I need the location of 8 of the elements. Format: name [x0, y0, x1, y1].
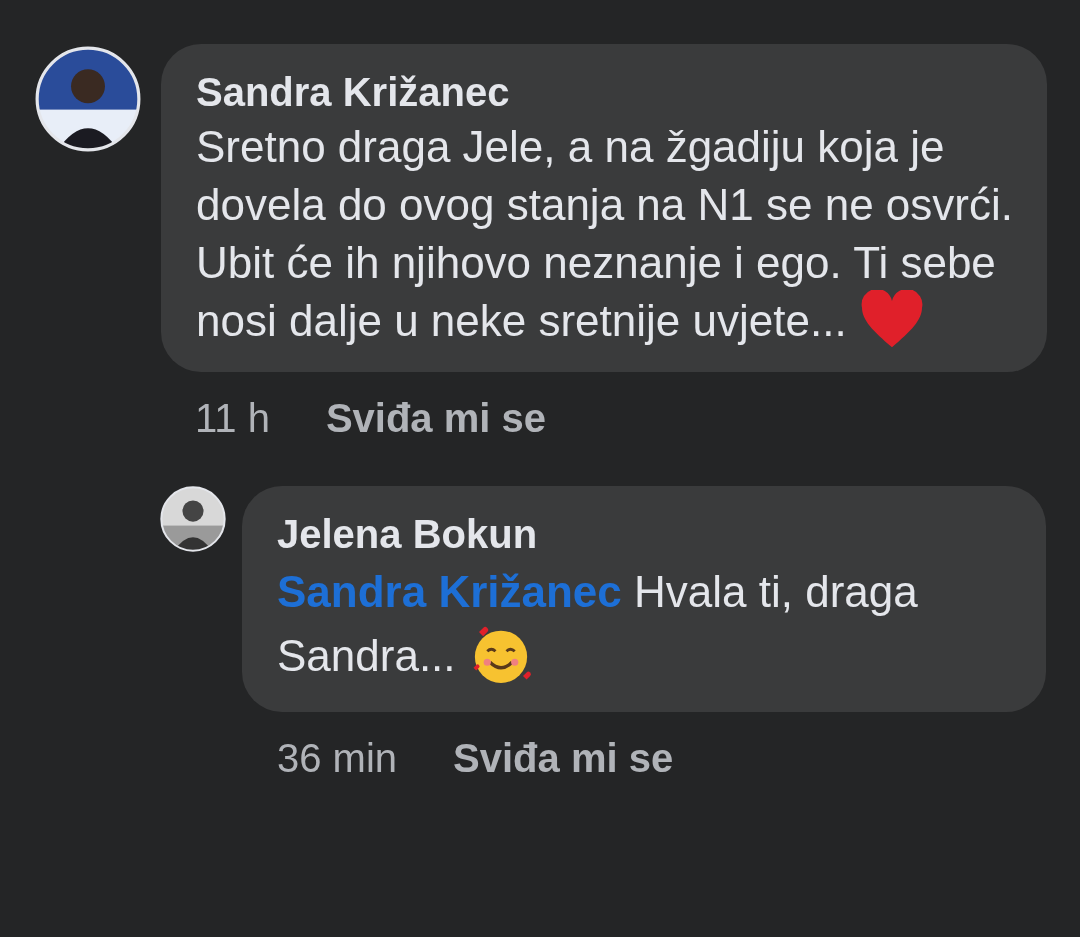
like-link[interactable]: Sviđa mi se [453, 730, 674, 787]
like-link[interactable]: Sviđa mi se [325, 390, 546, 447]
timestamp: 11 h [195, 395, 270, 443]
author-name[interactable]: Jelena Bokun [277, 508, 1016, 561]
comment-text: Sretno draga Jele, a na žgadiju koja je dovela do ovog stanja na N1 se ne osvrći. Ubit će ih njihovo neznanje i ego. Ti sebe nosi dalje u neke sretnije uvjete... [196, 118, 1017, 351]
timestamp: 36 min [277, 735, 398, 783]
author-name[interactable]: Sandra Križanec [196, 66, 1017, 118]
comment-text: Sandra Križanec Hvala ti, draga Sandra... [277, 560, 1016, 689]
